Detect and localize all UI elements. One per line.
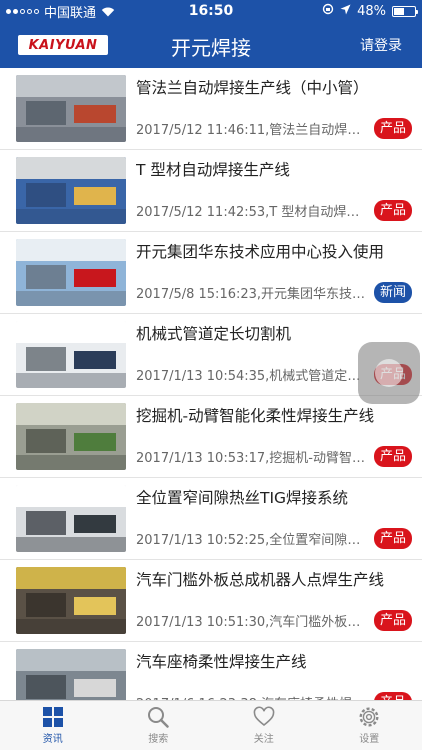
grid-icon [42,706,64,728]
article-meta: 2017/5/8 15:16:23,开元集团华东技术应用中心 [136,287,366,302]
article-title: 管法兰自动焊接生产线（中小管） [136,79,369,97]
article-meta: 2017/1/6 16:23:38,汽车座椅柔性焊接生产线 [136,693,366,700]
article-title: 开元集团华东技术应用中心投入使用 [136,243,385,261]
search-icon [147,706,169,728]
article-thumbnail [16,239,126,306]
article-item[interactable]: 汽车门槛外板总成机器人点焊生产线 2017/1/13 10:51:30,汽车门槛外… [0,560,422,642]
article-item[interactable]: 管法兰自动焊接生产线（中小管） 2017/5/12 11:46:11,管法兰自动焊… [0,68,422,150]
carrier-name: 中国联通 [44,5,97,21]
gear-icon [358,706,380,728]
app-header: 中国联通 16:50 48% KAIYUAN 开元焊接 请登录 [0,0,422,68]
article-item[interactable]: T 型材自动焊接生产线 2017/5/12 11:42:53,T 型材自动焊接生产… [0,150,422,232]
article-title: T 型材自动焊接生产线 [136,161,290,179]
article-title: 全位置窄间隙热丝TIG焊接系统 [136,489,349,507]
tab-bar: 资讯 搜索 关注 设置 [0,700,422,750]
article-meta: 2017/1/13 10:52:25,全位置窄间隙热丝TIG焊接系统 [136,533,366,548]
article-meta: 2017/1/13 10:53:17,挖掘机-动臂智能化柔性焊接生产线 [136,451,366,466]
location-arrow-icon [340,4,351,19]
article-thumbnail [16,321,126,388]
tab-heart[interactable]: 关注 [211,701,317,750]
rotation-lock-icon [322,3,334,19]
tab-label: 关注 [253,734,274,745]
login-button[interactable]: 请登录 [360,35,402,55]
article-thumbnail [16,157,126,224]
article-thumbnail [16,649,126,700]
article-meta: 2017/5/12 11:46:11,管法兰自动焊接生产线 [136,123,366,138]
article-item[interactable]: 开元集团华东技术应用中心投入使用 2017/5/8 15:16:23,开元集团华东… [0,232,422,314]
battery-percent: 48% [357,3,386,19]
tab-label: 搜索 [148,734,169,745]
battery-icon [392,5,418,17]
category-badge: 新闻 [373,282,412,303]
category-badge: 产品 [373,200,412,221]
article-title: 汽车座椅柔性焊接生产线 [136,653,307,671]
wifi-icon [101,6,115,17]
signal-strength-icon [6,8,39,14]
article-item[interactable]: 汽车座椅柔性焊接生产线 2017/1/6 16:23:38,汽车座椅柔性焊接生产线… [0,642,422,700]
article-meta: 2017/5/12 11:42:53,T 型材自动焊接生产线 [136,205,366,220]
category-badge: 产品 [373,528,412,549]
article-thumbnail [16,567,126,634]
nav-bar: KAIYUAN 开元焊接 请登录 [0,22,422,68]
tab-grid[interactable]: 资讯 [0,701,106,750]
kaiyuan-logo: KAIYUAN [18,35,108,55]
article-thumbnail [16,75,126,142]
heart-icon [253,706,275,728]
article-meta: 2017/1/13 10:51:30,汽车门槛外板总成机器人点焊生产线 [136,615,366,630]
tab-label: 资讯 [42,734,63,745]
tab-search[interactable]: 搜索 [106,701,212,750]
category-badge: 产品 [373,118,412,139]
article-title: 挖掘机-动臂智能化柔性焊接生产线 [136,407,375,425]
tab-label: 设置 [359,734,380,745]
article-title: 汽车门槛外板总成机器人点焊生产线 [136,571,385,589]
article-thumbnail [16,485,126,552]
article-item[interactable]: 全位置窄间隙热丝TIG焊接系统 2017/1/13 10:52:25,全位置窄间隙… [0,478,422,560]
tab-gear[interactable]: 设置 [317,701,422,750]
category-badge: 产品 [373,692,412,700]
article-meta: 2017/1/13 10:54:35,机械式管道定长切割机 [136,369,366,384]
category-badge: 产品 [373,610,412,631]
article-item[interactable]: 挖掘机-动臂智能化柔性焊接生产线 2017/1/13 10:53:17,挖掘机-动… [0,396,422,478]
category-badge: 产品 [373,446,412,467]
article-thumbnail [16,403,126,470]
status-bar: 中国联通 16:50 48% [0,0,422,22]
article-title: 机械式管道定长切割机 [136,325,292,343]
assistive-touch-button[interactable] [358,342,420,404]
